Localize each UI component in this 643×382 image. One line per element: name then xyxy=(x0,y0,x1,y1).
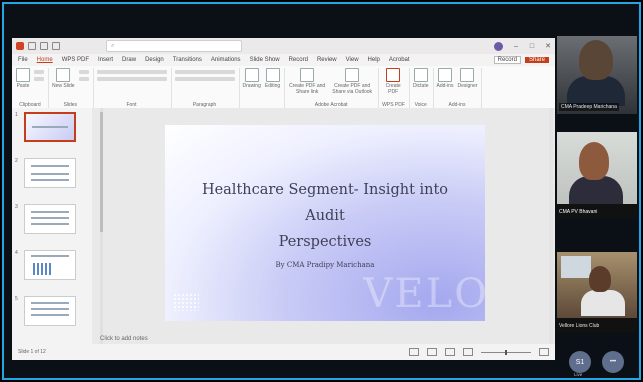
slide-author[interactable]: By CMA Pradipy Marichana xyxy=(165,261,485,269)
participant-video xyxy=(579,40,613,80)
paste-button[interactable]: Paste xyxy=(16,68,30,89)
slide-counter: Slide 1 of 12 xyxy=(18,349,46,355)
paste-icon xyxy=(16,68,30,82)
editing-button[interactable]: Editing xyxy=(265,68,280,89)
designer-button[interactable]: Designer xyxy=(457,68,477,89)
drawing-button[interactable]: Drawing xyxy=(243,68,261,89)
create-pdf-share-link-button[interactable]: Create PDF and Share link xyxy=(288,68,326,95)
ribbon-group-clipboard: Paste Clipboard xyxy=(16,68,49,108)
tab-transitions[interactable]: Transitions xyxy=(173,57,202,63)
slide-thumbnail[interactable] xyxy=(24,296,76,326)
record-button[interactable]: Record xyxy=(493,56,521,64)
zoom-slider[interactable] xyxy=(481,349,531,355)
save-icon[interactable] xyxy=(28,42,36,50)
pdf-icon xyxy=(300,68,315,82)
slide-thumbnail[interactable] xyxy=(24,250,76,280)
wps-pdf-icon xyxy=(386,68,401,82)
ribbon-group-voice: Dictate Voice xyxy=(413,68,434,108)
participant-video xyxy=(589,266,611,292)
participant-name: CMA Pradeep Marichana xyxy=(559,103,619,111)
slideshow-icon[interactable] xyxy=(463,348,473,356)
thumbnail-row[interactable]: 4 xyxy=(15,250,76,280)
ribbon-group-paragraph: Paragraph xyxy=(174,68,240,108)
minimize-icon[interactable]: – xyxy=(513,43,519,50)
ribbon-group-addins: Add-ins Designer Add-ins xyxy=(437,68,483,108)
ribbon-tabs: File Home WPS PDF Insert Draw Design Tra… xyxy=(12,54,555,66)
slide-sorter-icon[interactable] xyxy=(427,348,437,356)
shapes-icon xyxy=(244,68,259,82)
ribbon-group-slides: New Slide Slides xyxy=(52,68,94,108)
tab-design[interactable]: Design xyxy=(145,57,164,63)
search-input[interactable]: ⌕ xyxy=(106,40,242,52)
create-pdf-button[interactable]: Create PDF xyxy=(382,68,404,95)
participant-video xyxy=(579,142,609,180)
tab-help[interactable]: Help xyxy=(368,57,380,63)
tab-slide-show[interactable]: Slide Show xyxy=(250,57,280,63)
thumbnail-row[interactable]: 2 xyxy=(15,158,76,188)
new-slide-button[interactable]: New Slide xyxy=(52,68,75,89)
editor-area: 1 2 3 4 5 VELO Healthcare Segment- Insig… xyxy=(12,108,555,344)
maximize-icon[interactable]: □ xyxy=(529,43,535,50)
tab-record[interactable]: Record xyxy=(289,57,308,63)
designer-icon xyxy=(460,68,475,82)
self-label: Live xyxy=(574,372,583,377)
participant-tile[interactable]: Vellore Lions Club xyxy=(557,252,637,332)
status-bar: Slide 1 of 12 xyxy=(12,344,555,360)
tab-view[interactable]: View xyxy=(346,57,359,63)
title-bar: ⌕ – □ ✕ xyxy=(12,38,555,54)
slide-thumbnail[interactable] xyxy=(24,204,76,234)
ribbon-group-font: Font xyxy=(96,68,172,108)
create-pdf-outlook-button[interactable]: Create PDF and Share via Outlook xyxy=(330,68,374,95)
powerpoint-window: ⌕ – □ ✕ File Home WPS PDF Insert Draw De… xyxy=(12,38,555,360)
slide-thumbnail[interactable] xyxy=(24,158,76,188)
account-avatar[interactable] xyxy=(494,41,503,51)
participant-tile[interactable]: CMA PV Bhavani xyxy=(557,132,637,218)
thumbnail-row[interactable]: 1 xyxy=(15,112,76,142)
add-ins-button[interactable]: Add-ins xyxy=(437,68,453,89)
more-options-button[interactable]: ••• xyxy=(602,351,624,373)
decorative-dots xyxy=(173,293,199,311)
tab-acrobat[interactable]: Acrobat xyxy=(389,57,410,63)
new-slide-icon xyxy=(56,68,71,82)
share-button[interactable]: Share xyxy=(524,57,549,63)
redo-icon[interactable] xyxy=(52,42,60,50)
reading-view-icon[interactable] xyxy=(445,348,455,356)
powerpoint-logo-icon xyxy=(16,42,24,50)
participant-name: CMA PV Bhavani xyxy=(559,209,598,215)
add-ins-icon xyxy=(437,68,452,82)
tab-review[interactable]: Review xyxy=(317,57,337,63)
tab-home[interactable]: Home xyxy=(37,57,53,63)
search-icon xyxy=(265,68,280,82)
thumbnail-row[interactable]: 3 xyxy=(15,204,76,234)
thumbnail-row[interactable]: 5 xyxy=(15,296,76,326)
microphone-icon xyxy=(413,68,428,82)
slide-thumbnail-pane: 1 2 3 4 5 xyxy=(12,108,92,344)
ribbon-group-adobe: Create PDF and Share link Create PDF and… xyxy=(288,68,380,108)
slide-watermark: VELO xyxy=(363,271,485,317)
tab-draw[interactable]: Draw xyxy=(122,57,136,63)
ribbon: Paste Clipboard New Slide Slides Font Pa… xyxy=(12,66,555,109)
slide-title[interactable]: Healthcare Segment- Insight into Audit P… xyxy=(165,177,485,255)
participant-name: Vellore Lions Club xyxy=(559,323,600,329)
slide-scrollbar[interactable] xyxy=(549,108,553,344)
self-avatar-button[interactable]: S1 xyxy=(569,351,591,373)
notes-placeholder[interactable]: Click to add notes xyxy=(100,336,148,342)
participant-tile[interactable]: CMA Pradeep Marichana xyxy=(557,36,637,114)
dictate-button[interactable]: Dictate xyxy=(413,68,429,89)
fit-slide-icon[interactable] xyxy=(539,348,549,356)
tab-animations[interactable]: Animations xyxy=(211,57,241,63)
slide-canvas[interactable]: VELO Healthcare Segment- Insight into Au… xyxy=(165,125,485,321)
thumbnail-scrollbar[interactable] xyxy=(100,108,103,344)
slide-thumbnail[interactable] xyxy=(24,112,76,142)
close-icon[interactable]: ✕ xyxy=(545,42,551,50)
undo-icon[interactable] xyxy=(40,42,48,50)
normal-view-icon[interactable] xyxy=(409,348,419,356)
tab-insert[interactable]: Insert xyxy=(98,57,113,63)
tab-wps-pdf[interactable]: WPS PDF xyxy=(62,57,89,63)
pdf-outlook-icon xyxy=(345,68,360,82)
ribbon-group-wps-pdf: Create PDF WPS PDF xyxy=(382,68,410,108)
ribbon-group-drawing: Drawing Editing xyxy=(243,68,286,108)
tab-file[interactable]: File xyxy=(18,57,28,63)
